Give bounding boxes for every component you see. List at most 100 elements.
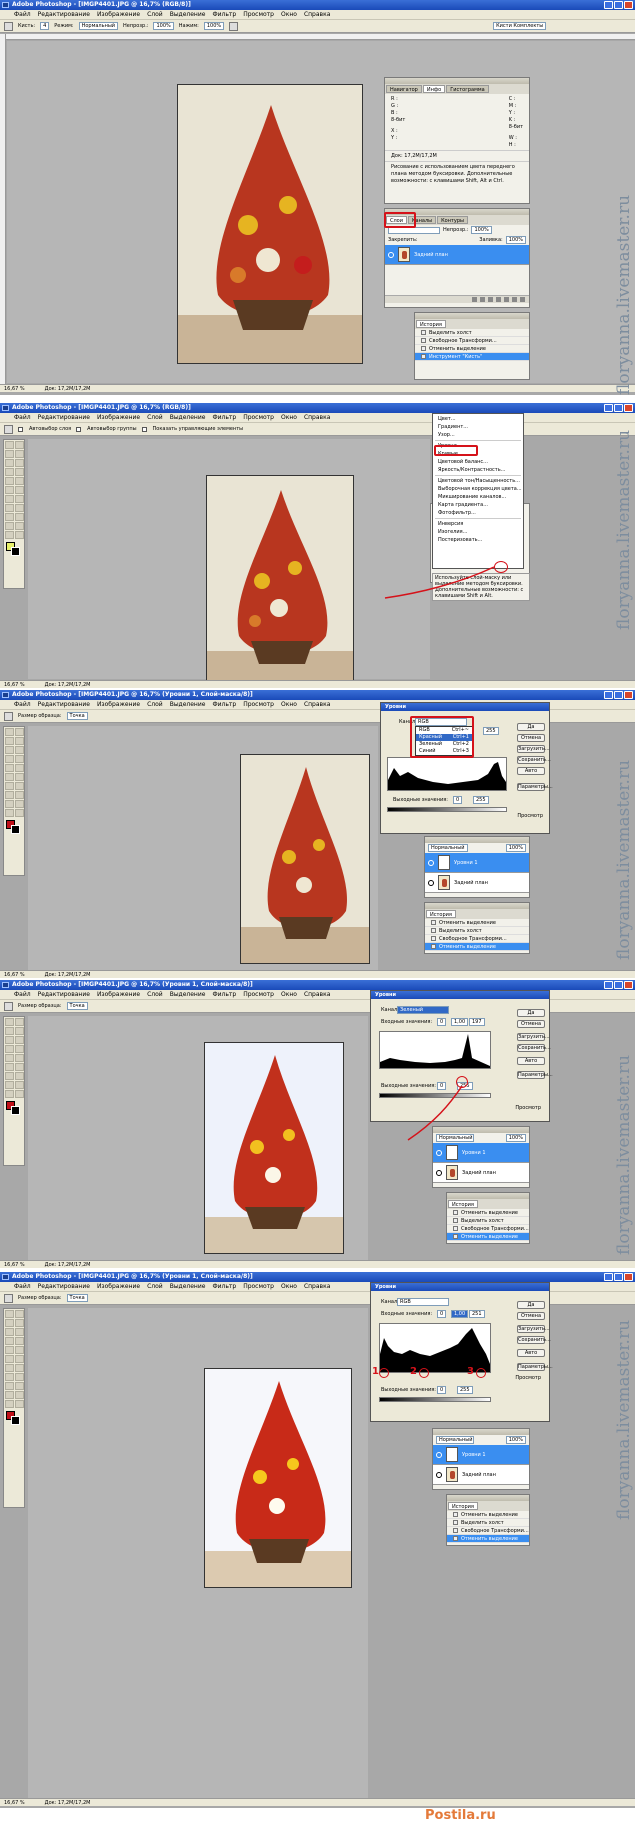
- notes-tool[interactable]: [5, 1391, 14, 1399]
- menu-item-invert[interactable]: Инверсия: [433, 520, 523, 528]
- zoom-tool[interactable]: [15, 531, 24, 539]
- history-item[interactable]: Отменить выделение: [447, 1209, 529, 1217]
- fx-icon[interactable]: [480, 297, 485, 302]
- menu-item-posterize[interactable]: Постеризовать...: [433, 536, 523, 544]
- zoom-level[interactable]: 16,67 %: [4, 971, 25, 978]
- menu-edit[interactable]: Редактирование: [38, 700, 90, 709]
- menu-layer[interactable]: Слой: [147, 413, 163, 422]
- notes-tool[interactable]: [5, 522, 14, 530]
- menu-edit[interactable]: Редактирование: [38, 10, 90, 19]
- stamp-tool[interactable]: [5, 764, 14, 772]
- history-item[interactable]: Выделить холст: [425, 927, 529, 935]
- menu-select[interactable]: Выделение: [170, 990, 206, 999]
- layer-background[interactable]: Задний план: [385, 245, 529, 265]
- history-item-selected[interactable]: Отменить выделение: [447, 1535, 529, 1543]
- menu-item-color[interactable]: Цвет...: [433, 415, 523, 423]
- preview-checkbox[interactable]: Просмотр: [517, 813, 543, 819]
- cancel-button[interactable]: Отмена: [517, 1312, 545, 1320]
- ok-button[interactable]: Да: [517, 1301, 545, 1309]
- zoom-level[interactable]: 16,67 %: [4, 681, 25, 688]
- gradient-tool[interactable]: [15, 1063, 24, 1071]
- dodge-tool[interactable]: [15, 495, 24, 503]
- healing-tool[interactable]: [5, 755, 14, 763]
- history-item[interactable]: Выделить холст: [447, 1217, 529, 1225]
- menu-image[interactable]: Изображение: [97, 10, 140, 19]
- crop-tool[interactable]: [5, 1036, 14, 1044]
- healing-tool[interactable]: [5, 468, 14, 476]
- healing-tool[interactable]: [5, 1045, 14, 1053]
- save-button[interactable]: Сохранить...: [517, 1336, 551, 1344]
- dodge-tool[interactable]: [15, 782, 24, 790]
- layers-opacity[interactable]: 100%: [471, 226, 492, 234]
- menu-view[interactable]: Просмотр: [243, 700, 274, 709]
- menu-edit[interactable]: Редактирование: [38, 1282, 90, 1291]
- lasso-tool[interactable]: [5, 1027, 14, 1035]
- options-button[interactable]: Параметры...: [517, 783, 553, 791]
- move-tool-icon[interactable]: [4, 424, 13, 434]
- output-black-field[interactable]: 0: [437, 1386, 447, 1394]
- pen-tool[interactable]: [5, 800, 14, 808]
- menu-item-selective-color[interactable]: Выборочная коррекция цвета...: [433, 485, 523, 493]
- menu-file[interactable]: Файл: [14, 1282, 31, 1291]
- menu-view[interactable]: Просмотр: [243, 413, 274, 422]
- brush-tool[interactable]: [15, 1337, 24, 1345]
- history-item[interactable]: Отменить выделение: [447, 1511, 529, 1519]
- sample-size-select[interactable]: Точка: [66, 712, 88, 720]
- zoom-level[interactable]: 16,67 %: [4, 1261, 25, 1268]
- layer-levels[interactable]: Уровни 1: [433, 1445, 529, 1465]
- blend-mode[interactable]: Нормальный: [436, 1134, 474, 1142]
- menu-item-brightness[interactable]: Яркость/Контрастность...: [433, 466, 523, 474]
- close-button[interactable]: [624, 1273, 633, 1281]
- history-item[interactable]: Выделить холст: [415, 329, 529, 337]
- options-button[interactable]: Параметры...: [517, 1071, 553, 1079]
- menu-item-pattern[interactable]: Узор...: [433, 431, 523, 439]
- menu-item-color-balance[interactable]: Цветовой баланс...: [433, 458, 523, 466]
- ok-button[interactable]: Да: [517, 723, 545, 731]
- move-tool[interactable]: [15, 1018, 24, 1026]
- blur-tool[interactable]: [5, 1072, 14, 1080]
- eyedropper-tool[interactable]: [15, 522, 24, 530]
- trash-icon[interactable]: [520, 297, 525, 302]
- path-tool[interactable]: [5, 504, 14, 512]
- history-item-selected[interactable]: Отменить выделение: [447, 1233, 529, 1241]
- layer-background[interactable]: Задний план: [433, 1163, 529, 1183]
- menu-help[interactable]: Справка: [304, 990, 330, 999]
- hand-tool[interactable]: [5, 1400, 14, 1408]
- opacity-field[interactable]: 100%: [153, 22, 174, 30]
- cancel-button[interactable]: Отмена: [517, 734, 545, 742]
- maximize-button[interactable]: [614, 691, 623, 699]
- background-color[interactable]: [11, 547, 20, 556]
- layer-background[interactable]: Задний план: [425, 873, 529, 893]
- eraser-tool[interactable]: [5, 1063, 14, 1071]
- brush-size[interactable]: 4: [40, 22, 50, 30]
- menu-edit[interactable]: Редактирование: [38, 990, 90, 999]
- menu-layer[interactable]: Слой: [147, 700, 163, 709]
- folder-icon[interactable]: [504, 297, 509, 302]
- notes-tool[interactable]: [5, 809, 14, 817]
- eye-icon[interactable]: [388, 251, 394, 258]
- save-button[interactable]: Сохранить...: [517, 1044, 551, 1052]
- auto-button[interactable]: Авто: [517, 1057, 545, 1065]
- color-swatches[interactable]: [6, 1411, 22, 1425]
- ok-button[interactable]: Да: [517, 1009, 545, 1017]
- menu-view[interactable]: Просмотр: [243, 10, 274, 19]
- preview-checkbox[interactable]: Просмотр: [515, 1375, 541, 1381]
- slice-tool[interactable]: [15, 1328, 24, 1336]
- dodge-tool[interactable]: [15, 1364, 24, 1372]
- menu-window[interactable]: Окно: [281, 10, 297, 19]
- mode-select[interactable]: Нормальный: [78, 22, 119, 30]
- menu-window[interactable]: Окно: [281, 413, 297, 422]
- brush-tool[interactable]: [15, 755, 24, 763]
- layer-levels[interactable]: Уровни 1: [433, 1143, 529, 1163]
- input-gamma-field[interactable]: 1,00: [451, 1310, 469, 1318]
- eraser-tool[interactable]: [5, 486, 14, 494]
- brush-tool[interactable]: [15, 1045, 24, 1053]
- input-white-field[interactable]: 255: [483, 727, 499, 735]
- menu-image[interactable]: Изображение: [97, 990, 140, 999]
- background-color[interactable]: [11, 1416, 20, 1425]
- load-button[interactable]: Загрузить...: [517, 745, 550, 753]
- slice-tool[interactable]: [15, 746, 24, 754]
- document-canvas[interactable]: [7, 41, 635, 383]
- output-gradient[interactable]: [387, 807, 507, 812]
- gradient-tool[interactable]: [15, 773, 24, 781]
